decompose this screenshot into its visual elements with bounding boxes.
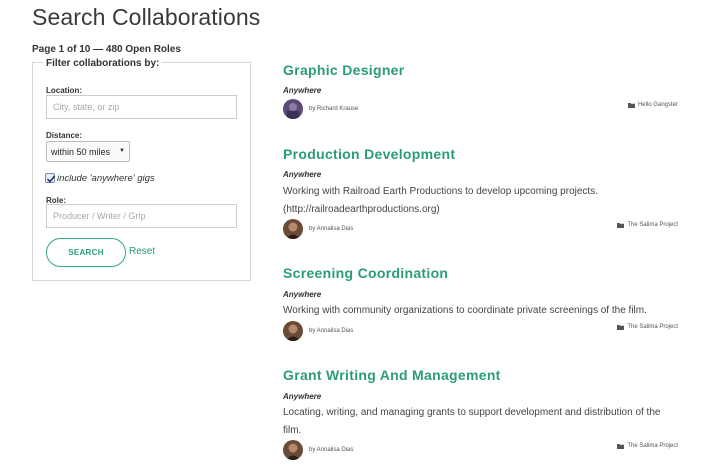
distance-label: Distance:	[46, 131, 83, 140]
result-description: Working with Railroad Earth Productions …	[283, 186, 598, 215]
folder-icon	[617, 325, 625, 330]
result-title[interactable]: Production Development	[283, 146, 455, 162]
result-description: Locating, writing, and managing grants t…	[283, 407, 661, 436]
result-description: Working with community organizations to …	[283, 305, 647, 316]
avatar[interactable]	[283, 219, 303, 239]
result-item: Production Development Anywhere Working …	[283, 146, 678, 242]
avatar[interactable]	[283, 321, 303, 341]
include-anywhere-row: include 'anywhere' gigs	[45, 171, 155, 185]
folder-icon	[617, 223, 625, 228]
chevron-down-icon: ▼	[119, 148, 125, 154]
result-project[interactable]: The Salima Project	[617, 324, 678, 330]
location-input[interactable]	[46, 95, 237, 119]
result-title[interactable]: Screening Coordination	[283, 265, 448, 281]
result-title[interactable]: Graphic Designer	[283, 62, 405, 78]
search-button[interactable]: SEARCH	[46, 238, 126, 267]
result-author[interactable]: by Annalisa Dias	[309, 226, 353, 232]
result-project[interactable]: The Salima Project	[617, 222, 678, 228]
folder-icon	[617, 444, 625, 449]
result-project-name: The Salima Project	[627, 443, 678, 449]
checkmark-icon	[46, 175, 56, 183]
result-author[interactable]: by Richard Krause	[309, 106, 358, 112]
distance-selected-value: within 50 miles	[51, 147, 111, 157]
avatar[interactable]	[283, 99, 303, 119]
filter-panel: Filter collaborations by: Location: Dist…	[32, 58, 251, 281]
result-item: Grant Writing And Management Anywhere Lo…	[283, 367, 678, 463]
result-project-name: Hello Gangster	[637, 102, 678, 108]
result-project-name: The Salima Project	[627, 324, 678, 330]
filter-legend: Filter collaborations by:	[43, 58, 163, 69]
result-location: Anywhere	[283, 170, 322, 179]
location-label: Location:	[46, 86, 82, 95]
reset-link[interactable]: Reset	[129, 246, 155, 257]
result-location: Anywhere	[283, 86, 322, 95]
results-count: Page 1 of 10 — 480 Open Roles	[32, 44, 181, 55]
result-title[interactable]: Grant Writing And Management	[283, 367, 501, 383]
avatar[interactable]	[283, 440, 303, 460]
result-project-name: The Salima Project	[627, 222, 678, 228]
result-location: Anywhere	[283, 392, 322, 401]
distance-select[interactable]: within 50 miles ▼	[46, 141, 130, 162]
include-anywhere-label: include 'anywhere' gigs	[57, 172, 155, 184]
include-anywhere-checkbox[interactable]	[45, 173, 56, 183]
result-author[interactable]: by Annalisa Dias	[309, 447, 353, 453]
page-title: Search Collaborations	[32, 4, 261, 30]
result-project[interactable]: Hello Gangster	[627, 102, 678, 108]
result-item: Screening Coordination Anywhere Working …	[283, 265, 678, 343]
result-author[interactable]: by Annalisa Dias	[309, 328, 353, 334]
result-project[interactable]: The Salima Project	[617, 443, 678, 449]
result-item: Graphic Designer Anywhere by Richard Kra…	[283, 62, 678, 122]
folder-icon	[627, 103, 635, 108]
result-location: Anywhere	[283, 290, 322, 299]
role-input[interactable]	[46, 204, 237, 228]
